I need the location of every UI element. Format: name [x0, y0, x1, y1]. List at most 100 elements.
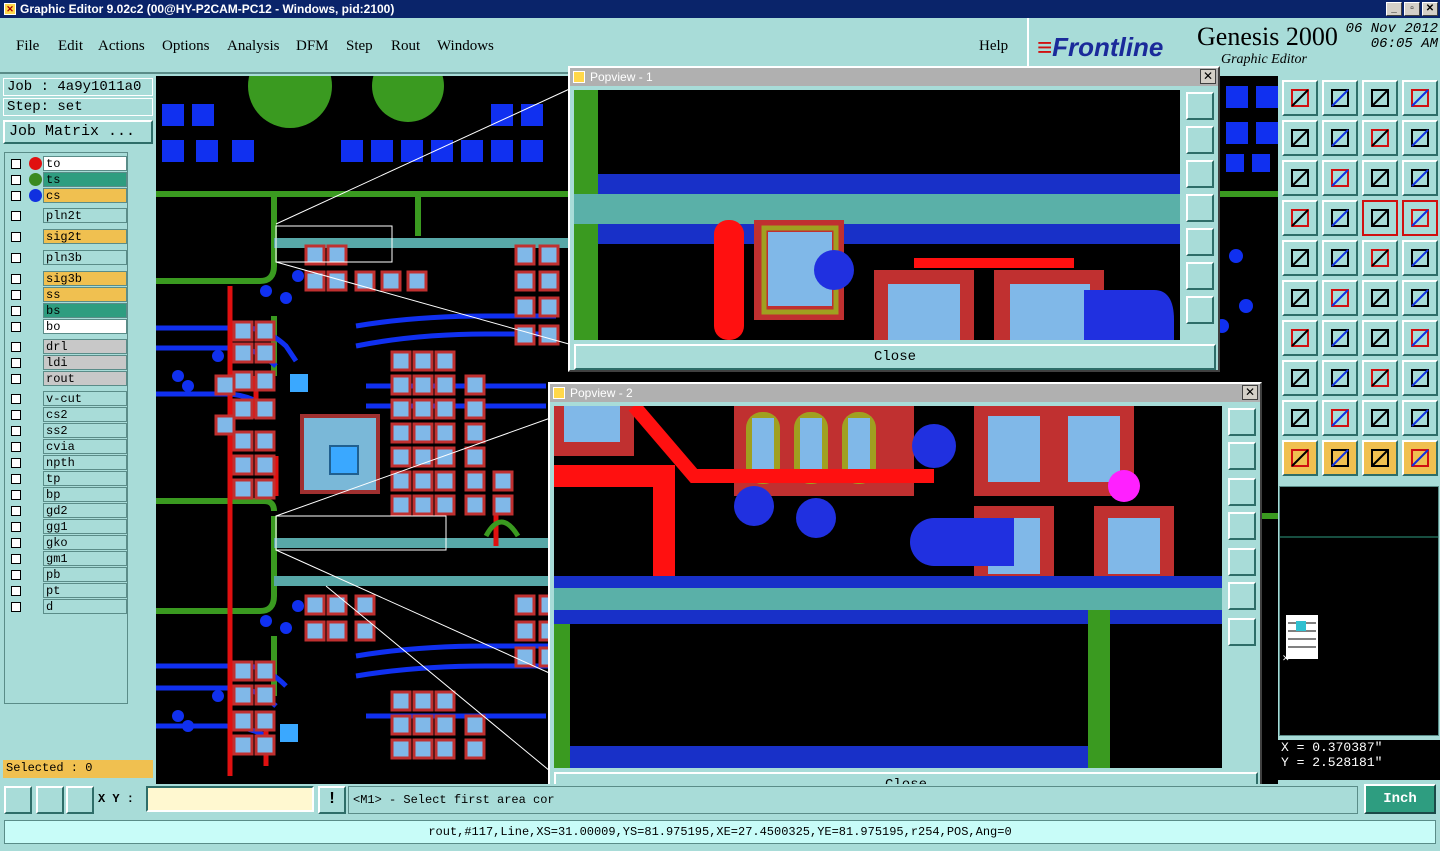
xy-input[interactable]	[146, 786, 314, 812]
snap-right-icon[interactable]	[1322, 120, 1358, 156]
save-icon[interactable]	[1322, 80, 1358, 116]
popview-2-pan-down-button[interactable]	[1228, 478, 1256, 506]
alert-icon[interactable]: !	[318, 786, 346, 814]
range-icon[interactable]	[1362, 360, 1398, 396]
layer-checkbox[interactable]	[11, 490, 21, 500]
layer-label[interactable]: sig3b	[43, 271, 127, 286]
select-box-icon[interactable]	[1322, 440, 1358, 476]
layer-row[interactable]: to	[9, 156, 127, 171]
layer-label[interactable]: gg1	[43, 519, 127, 534]
layer-row[interactable]: pln3b	[9, 250, 127, 265]
maximize-button[interactable]: ▫	[1404, 2, 1420, 16]
layer-checkbox[interactable]	[11, 522, 21, 532]
layer-checkbox[interactable]	[11, 342, 21, 352]
layer-row[interactable]: cvia	[9, 439, 127, 454]
layer-label[interactable]: ldi	[43, 355, 127, 370]
popview-2-fit-button[interactable]	[1228, 582, 1256, 610]
close-window-button[interactable]: ✕	[1422, 2, 1438, 16]
layer-checkbox[interactable]	[11, 290, 21, 300]
popview-2-home-button[interactable]	[1228, 618, 1256, 646]
layer-label[interactable]: v-cut	[43, 391, 127, 406]
open-icon[interactable]	[1282, 80, 1318, 116]
help-icon[interactable]	[1402, 160, 1438, 196]
layer-checkbox[interactable]	[11, 358, 21, 368]
center-icon[interactable]	[1322, 160, 1358, 196]
fork-icon[interactable]	[1402, 320, 1438, 356]
layer-color-indicator[interactable]	[29, 157, 42, 170]
layer-row[interactable]: gg1	[9, 519, 127, 534]
layer-checkbox[interactable]	[11, 554, 21, 564]
layer-row[interactable]: sig3b	[9, 271, 127, 286]
layer-label[interactable]: pt	[43, 583, 127, 598]
rotate-icon[interactable]	[1402, 280, 1438, 316]
connect-icon[interactable]	[1282, 280, 1318, 316]
circle-icon[interactable]	[1402, 240, 1438, 276]
layer-label[interactable]: gd2	[43, 503, 127, 518]
layer-checkbox[interactable]	[11, 306, 21, 316]
layer-row[interactable]: ts	[9, 172, 127, 187]
fit-icon[interactable]	[1282, 160, 1318, 196]
popview-1-close-icon[interactable]: ✕	[1200, 69, 1216, 84]
layer-row[interactable]: pln2t	[9, 208, 127, 223]
popview-2-canvas[interactable]	[554, 406, 1222, 768]
layer-row[interactable]: cs2	[9, 407, 127, 422]
layer-label[interactable]: npth	[43, 455, 127, 470]
popview-1-pan-right-button[interactable]	[1186, 228, 1214, 256]
layer-label[interactable]: pln3b	[43, 250, 127, 265]
layer-checkbox[interactable]	[11, 374, 21, 384]
layer-checkbox[interactable]	[11, 253, 21, 263]
zoom-box-icon[interactable]	[4, 786, 32, 814]
layer-row[interactable]: cs	[9, 188, 127, 203]
popview-1-home-button[interactable]	[1186, 296, 1214, 324]
menu-actions[interactable]: Actions	[98, 38, 145, 55]
layer-checkbox[interactable]	[11, 442, 21, 452]
layer-label[interactable]: d	[43, 599, 127, 614]
slash-icon[interactable]	[1322, 320, 1358, 356]
layer-row[interactable]: rout	[9, 371, 127, 386]
layer-label[interactable]: ss	[43, 287, 127, 302]
popview-1-zoom-tool[interactable]	[1186, 92, 1214, 120]
layer-row[interactable]: ldi	[9, 355, 127, 370]
layer-row[interactable]: bs	[9, 303, 127, 318]
layer-checkbox[interactable]	[11, 602, 21, 612]
layer-row[interactable]: npth	[9, 455, 127, 470]
layer-row[interactable]: sig2t	[9, 229, 127, 244]
select-net-icon[interactable]	[1362, 440, 1398, 476]
layer-label[interactable]: rout	[43, 371, 127, 386]
layer-row[interactable]: bo	[9, 319, 127, 334]
menu-step[interactable]: Step	[346, 38, 373, 55]
add-pad-icon[interactable]	[1282, 240, 1318, 276]
menu-options[interactable]: Options	[162, 38, 210, 55]
layer-label[interactable]: tp	[43, 471, 127, 486]
layer-b-icon[interactable]	[1402, 200, 1438, 236]
layer-checkbox[interactable]	[11, 586, 21, 596]
layer-label[interactable]: bp	[43, 487, 127, 502]
layer-checkbox[interactable]	[11, 394, 21, 404]
loop-icon[interactable]	[1402, 360, 1438, 396]
layer-checkbox[interactable]	[11, 570, 21, 580]
popview-1-close-button[interactable]: Close	[574, 344, 1216, 370]
layer-label[interactable]: ts	[43, 172, 127, 187]
line-icon[interactable]	[1322, 240, 1358, 276]
layer-label[interactable]: sig2t	[43, 229, 127, 244]
layer-label[interactable]: cs2	[43, 407, 127, 422]
scale-icon[interactable]	[1362, 160, 1398, 196]
tri-a-icon[interactable]	[1282, 400, 1318, 436]
popview-2-zoom-tool[interactable]	[1228, 408, 1256, 436]
layer-a-icon[interactable]	[1362, 200, 1398, 236]
home-icon[interactable]	[1362, 80, 1398, 116]
layer-label[interactable]: ss2	[43, 423, 127, 438]
layer-row[interactable]: drl	[9, 339, 127, 354]
select-icon[interactable]	[1282, 440, 1318, 476]
layer-row[interactable]: ss2	[9, 423, 127, 438]
popview-2-pan-left-button[interactable]	[1228, 512, 1256, 540]
layer-row[interactable]: pb	[9, 567, 127, 582]
layer-checkbox[interactable]	[11, 506, 21, 516]
layer-checkbox[interactable]	[11, 474, 21, 484]
layer-label[interactable]: cvia	[43, 439, 127, 454]
tri-b-icon[interactable]	[1322, 400, 1358, 436]
popview-1-canvas[interactable]	[574, 90, 1180, 340]
popview-1-pan-left-button[interactable]	[1186, 194, 1214, 222]
select-route-icon[interactable]	[1402, 440, 1438, 476]
grid-icon[interactable]	[1322, 200, 1358, 236]
